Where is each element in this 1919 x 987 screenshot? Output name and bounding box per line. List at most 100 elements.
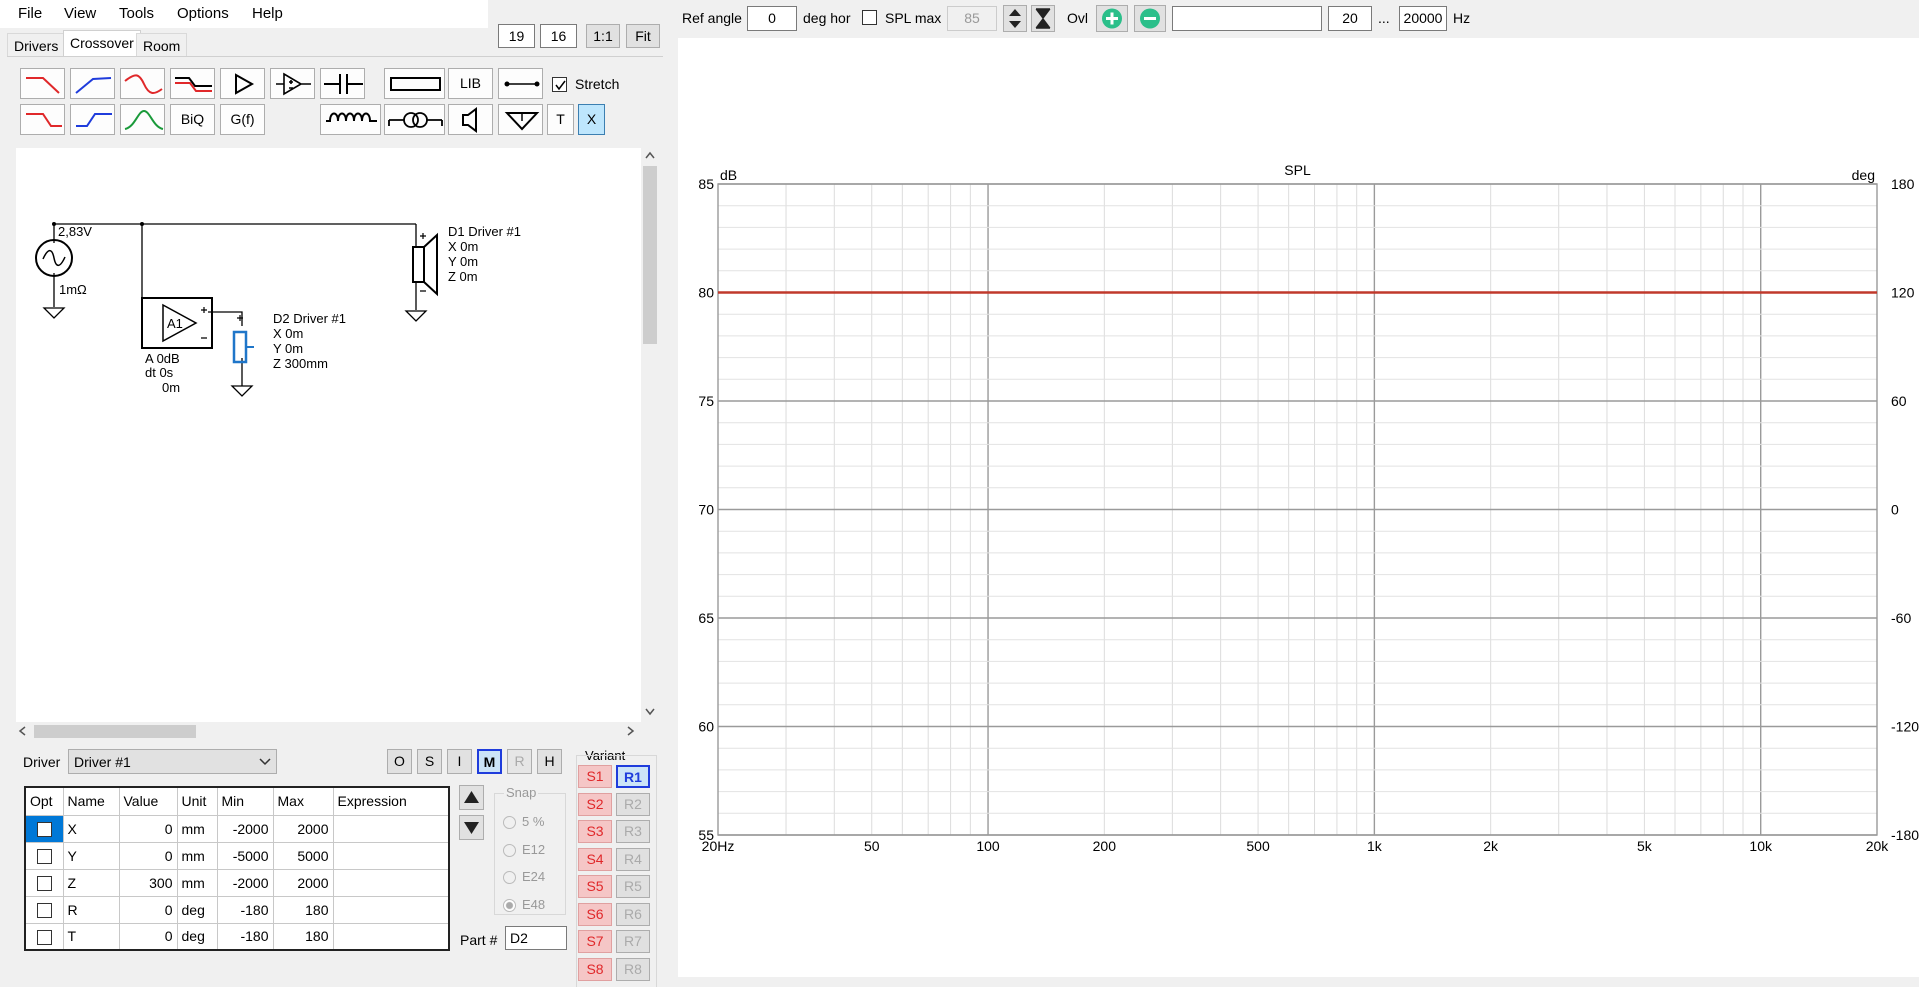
variant-s2-button[interactable]: S2 xyxy=(578,793,612,816)
mode-h-button[interactable]: H xyxy=(537,749,562,774)
snap-option-e24[interactable]: E24 xyxy=(503,863,545,891)
table-row[interactable]: T 0 deg -180 180 xyxy=(24,922,450,951)
variant-s4-button[interactable]: S4 xyxy=(578,848,612,871)
capacitor-tool[interactable] xyxy=(320,68,365,99)
table-row[interactable]: X 0 mm -2000 2000 xyxy=(24,814,450,843)
lowpass-red-tool[interactable] xyxy=(20,68,65,99)
variant-r5-button[interactable]: R5 xyxy=(616,875,650,898)
mode-o-button[interactable]: O xyxy=(387,749,412,774)
menu-options[interactable]: Options xyxy=(177,5,229,22)
wire-tool[interactable] xyxy=(498,68,543,99)
opt-cell[interactable] xyxy=(24,895,64,924)
value-cell[interactable]: 0 xyxy=(118,895,178,924)
opt-checkbox[interactable] xyxy=(36,821,52,837)
shelf-tool[interactable] xyxy=(170,68,215,99)
max-cell[interactable]: 180 xyxy=(272,895,334,924)
transfer-function-button[interactable]: G(f) xyxy=(220,104,265,135)
variant-r1-button[interactable]: R1 xyxy=(616,765,650,788)
variant-s7-button[interactable]: S7 xyxy=(578,930,612,953)
mode-s-button[interactable]: S xyxy=(417,749,442,774)
max-cell[interactable]: 2000 xyxy=(272,868,334,897)
variant-s6-button[interactable]: S6 xyxy=(578,903,612,926)
snap-option-5[interactable]: 5 % xyxy=(503,808,545,836)
opt-cell[interactable] xyxy=(24,922,64,951)
snap-option-e48[interactable]: E48 xyxy=(503,891,545,919)
menu-file[interactable]: File xyxy=(18,5,42,22)
remove-overlay-button[interactable] xyxy=(1134,5,1166,32)
table-row[interactable]: Y 0 mm -5000 5000 xyxy=(24,841,450,870)
tab-crossover[interactable]: Crossover xyxy=(63,30,141,57)
library-button[interactable]: LIB xyxy=(448,68,493,99)
value-cell[interactable]: 300 xyxy=(118,868,178,897)
freq-from-field[interactable]: 20 xyxy=(1328,6,1372,31)
zoom-x-field[interactable]: 19 xyxy=(498,24,535,48)
highpass-blue-2-tool[interactable] xyxy=(70,104,115,135)
min-cell[interactable]: -2000 xyxy=(216,868,274,897)
move-down-button[interactable] xyxy=(459,815,484,840)
bandpass-green-tool[interactable] xyxy=(120,104,165,135)
zoom-fit-button[interactable]: Fit xyxy=(626,24,660,48)
highpass-blue-tool[interactable] xyxy=(70,68,115,99)
variant-r7-button[interactable]: R7 xyxy=(616,930,650,953)
spl-chart[interactable]: 55606570758085-180-120-6006012018020Hz 50… xyxy=(678,38,1919,977)
value-cell[interactable]: 0 xyxy=(118,841,178,870)
biquad-button[interactable]: BiQ xyxy=(170,104,215,135)
expression-cell[interactable] xyxy=(332,868,450,897)
schematic-hscroll[interactable] xyxy=(16,722,641,740)
min-cell[interactable]: -5000 xyxy=(216,841,274,870)
tab-room[interactable]: Room xyxy=(136,33,188,57)
spl-up-down-button[interactable] xyxy=(1003,5,1027,32)
resistor-tool[interactable] xyxy=(384,68,445,99)
overlay-name-field[interactable] xyxy=(1172,6,1322,31)
variant-s8-button[interactable]: S8 xyxy=(578,958,612,981)
opt-cell[interactable] xyxy=(24,814,64,843)
schematic-canvas[interactable]: 2,83V 1mΩ A1 A 0dB dt 0s 0m D1 Driver #1… xyxy=(16,148,641,722)
ground-tool[interactable] xyxy=(498,104,543,135)
table-row[interactable]: Z 300 mm -2000 2000 xyxy=(24,868,450,897)
buffer-tool[interactable] xyxy=(220,68,265,99)
variant-s3-button[interactable]: S3 xyxy=(578,820,612,843)
variant-r2-button[interactable]: R2 xyxy=(616,793,650,816)
zoom-1to1-button[interactable]: 1:1 xyxy=(586,24,620,48)
amplifier-tool[interactable] xyxy=(270,68,315,99)
variant-r3-button[interactable]: R3 xyxy=(616,820,650,843)
snap-option-e12[interactable]: E12 xyxy=(503,836,545,864)
inductor-tool[interactable] xyxy=(320,104,381,135)
mode-r-button[interactable]: R xyxy=(507,749,532,774)
opt-cell[interactable] xyxy=(24,841,64,870)
expression-cell[interactable] xyxy=(332,895,450,924)
move-up-button[interactable] xyxy=(459,785,484,810)
driver-select[interactable]: Driver #1 xyxy=(68,749,277,774)
min-cell[interactable]: -180 xyxy=(216,922,274,951)
expression-cell[interactable] xyxy=(332,841,450,870)
x-toggle-button[interactable]: X xyxy=(578,104,605,135)
speaker-tool[interactable] xyxy=(448,104,493,135)
add-overlay-button[interactable] xyxy=(1096,5,1128,32)
table-row[interactable]: R 0 deg -180 180 xyxy=(24,895,450,924)
value-cell[interactable]: 0 xyxy=(118,922,178,951)
mode-i-button[interactable]: I xyxy=(447,749,472,774)
schematic-vscroll[interactable] xyxy=(641,148,659,722)
opt-checkbox[interactable] xyxy=(36,875,52,891)
expression-cell[interactable] xyxy=(332,922,450,951)
max-cell[interactable]: 5000 xyxy=(272,841,334,870)
menu-tools[interactable]: Tools xyxy=(119,5,154,22)
zoom-y-field[interactable]: 16 xyxy=(540,24,577,48)
spl-collapse-button[interactable] xyxy=(1031,5,1055,32)
variant-r4-button[interactable]: R4 xyxy=(616,848,650,871)
opt-checkbox[interactable] xyxy=(36,929,52,945)
stretch-checkbox[interactable] xyxy=(552,77,567,92)
max-cell[interactable]: 180 xyxy=(272,922,334,951)
menu-view[interactable]: View xyxy=(64,5,96,22)
part-field[interactable]: D2 xyxy=(505,926,567,950)
freq-to-field[interactable]: 20000 xyxy=(1399,6,1447,31)
variant-s1-button[interactable]: S1 xyxy=(578,765,612,788)
allpass-red-tool[interactable] xyxy=(120,68,165,99)
opt-checkbox[interactable] xyxy=(36,848,52,864)
variant-s5-button[interactable]: S5 xyxy=(578,875,612,898)
value-cell[interactable]: 0 xyxy=(118,814,178,843)
spl-max-checkbox[interactable] xyxy=(862,10,877,25)
ref-angle-field[interactable]: 0 xyxy=(747,6,797,31)
expression-cell[interactable] xyxy=(332,814,450,843)
lowpass-red-2-tool[interactable] xyxy=(20,104,65,135)
